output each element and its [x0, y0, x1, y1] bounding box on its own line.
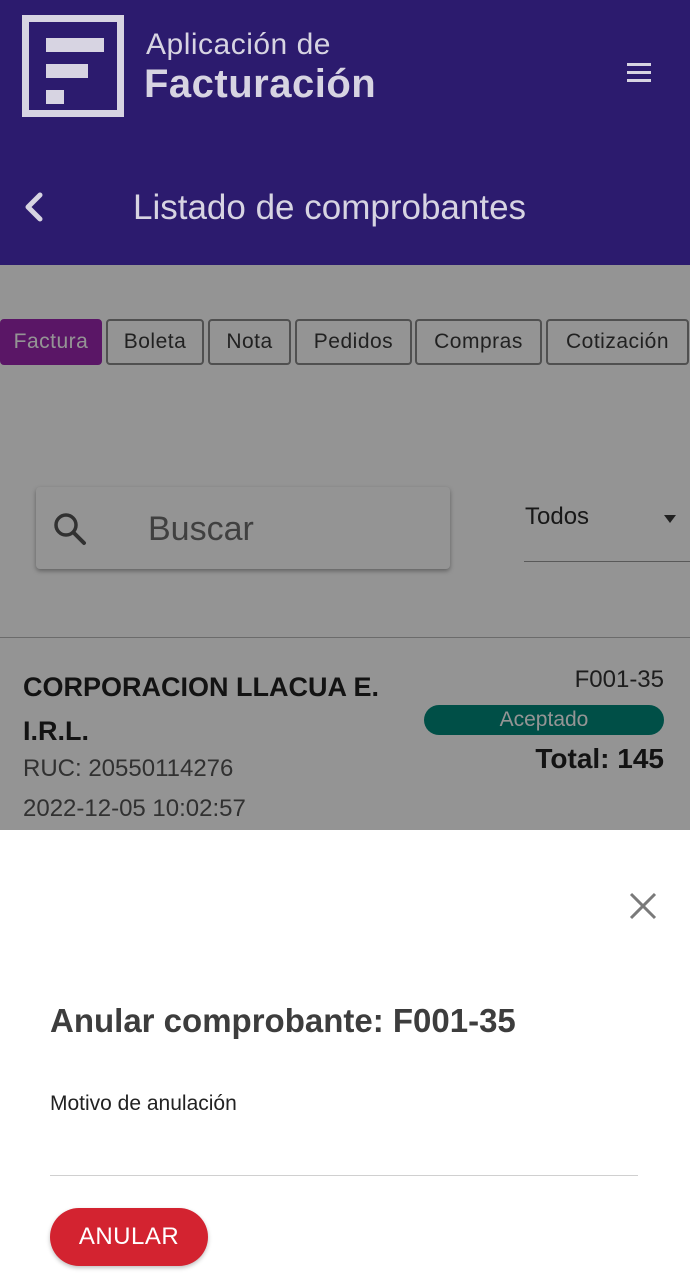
chevron-left-icon[interactable] — [22, 192, 46, 222]
modal-backdrop[interactable] — [0, 265, 690, 830]
reason-input[interactable] — [50, 1130, 638, 1176]
close-icon[interactable] — [627, 890, 659, 922]
reason-label: Motivo de anulación — [50, 1092, 237, 1115]
page-title: Listado de comprobantes — [133, 188, 527, 227]
app-title-line2: Facturación — [144, 62, 377, 106]
app-screen: Aplicación de Facturación Listado de com… — [0, 0, 690, 1280]
anular-button[interactable]: ANULAR — [50, 1208, 208, 1266]
app-header: Aplicación de Facturación Listado de com… — [0, 0, 690, 265]
hamburger-menu-icon[interactable] — [627, 63, 651, 83]
void-dialog: Anular comprobante: F001-35 Motivo de an… — [0, 830, 690, 1280]
logo-f-icon — [22, 15, 124, 117]
dialog-title: Anular comprobante: F001-35 — [50, 1002, 516, 1039]
app-title-line1: Aplicación de — [146, 28, 331, 61]
